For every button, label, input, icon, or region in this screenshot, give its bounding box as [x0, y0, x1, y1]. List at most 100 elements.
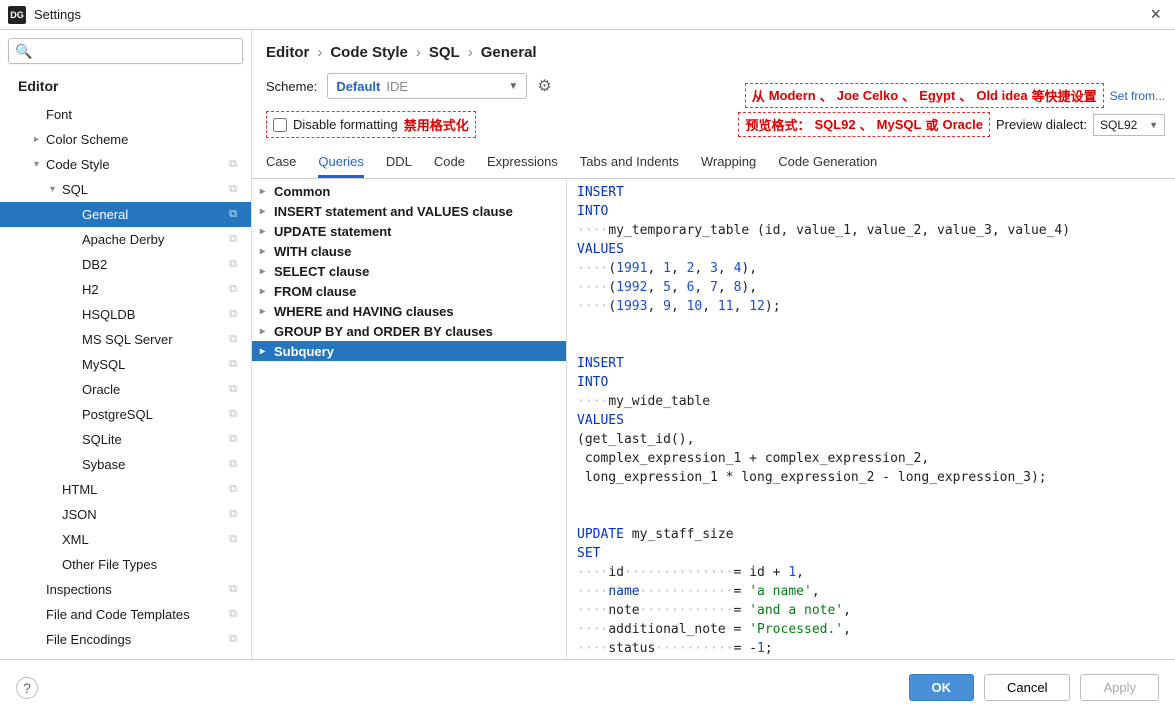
tree-item-json[interactable]: JSON⧉: [0, 502, 251, 527]
search-field[interactable]: [36, 44, 236, 59]
option-select-clause[interactable]: ▸SELECT clause: [252, 261, 566, 281]
breadcrumb: Editor›Code Style›SQL›General: [252, 44, 1175, 73]
option-label: INSERT statement and VALUES clause: [274, 204, 513, 219]
tree-item-apache-derby[interactable]: Apache Derby⧉: [0, 227, 251, 252]
tree-item-label: JSON: [62, 507, 97, 522]
tree-item-font[interactable]: Font: [0, 102, 251, 127]
option-common[interactable]: ▸Common: [252, 181, 566, 201]
copy-icon: ⧉: [229, 458, 243, 471]
tree-item-h2[interactable]: H2⧉: [0, 277, 251, 302]
tree-item-label: Code Style: [46, 157, 110, 172]
tree-item-sqlite[interactable]: SQLite⧉: [0, 427, 251, 452]
tree-item-sybase[interactable]: Sybase⧉: [0, 452, 251, 477]
copy-icon: ⧉: [229, 433, 243, 446]
option-label: SELECT clause: [274, 264, 369, 279]
chevron-down-icon: ▼: [508, 81, 518, 92]
copy-icon: ⧉: [229, 258, 243, 271]
tree-item-ms-sql-server[interactable]: MS SQL Server⧉: [0, 327, 251, 352]
disable-fmt-label: Disable formatting: [293, 117, 398, 132]
tree-item-xml[interactable]: XML⧉: [0, 527, 251, 552]
ok-button[interactable]: OK: [909, 674, 975, 701]
option-label: FROM clause: [274, 284, 356, 299]
search-icon: 🔍: [15, 43, 32, 60]
tree-item-label: SQL: [62, 182, 88, 197]
tab-queries[interactable]: Queries: [318, 148, 364, 178]
tree-item-sql[interactable]: ▾SQL⧉: [0, 177, 251, 202]
chevron-right-icon: ▸: [260, 246, 274, 257]
option-with-clause[interactable]: ▸WITH clause: [252, 241, 566, 261]
tree-item-inspections[interactable]: Inspections ⧉: [0, 577, 251, 602]
set-from-link[interactable]: Set from...: [1110, 89, 1165, 103]
tab-tabs-and-indents[interactable]: Tabs and Indents: [580, 148, 679, 178]
breadcrumb-item[interactable]: General: [481, 44, 537, 61]
tab-expressions[interactable]: Expressions: [487, 148, 558, 178]
option-insert-statement-and-values-clause[interactable]: ▸INSERT statement and VALUES clause: [252, 201, 566, 221]
tabs: Case Queries DDL Code Expressions Tabs and In…: [252, 148, 1175, 179]
chevron-right-icon: ▸: [260, 306, 274, 317]
copy-icon: ⧉: [229, 583, 243, 596]
tree-item-label: PostgreSQL: [82, 407, 153, 422]
disable-fmt-check[interactable]: [273, 118, 287, 132]
tab-case[interactable]: Case: [266, 148, 296, 178]
option-list: ▸Common▸INSERT statement and VALUES clau…: [252, 179, 566, 659]
tree-item-other-file-types[interactable]: Other File Types: [0, 552, 251, 577]
tab-wrapping[interactable]: Wrapping: [701, 148, 756, 178]
app-logo: DG: [8, 6, 26, 24]
disable-formatting-checkbox[interactable]: Disable formatting 禁用格式化: [266, 111, 476, 138]
tree-item-html[interactable]: HTML⧉: [0, 477, 251, 502]
tree-item-label: General: [82, 207, 128, 222]
tree-item-mysql[interactable]: MySQL⧉: [0, 352, 251, 377]
breadcrumb-item[interactable]: SQL: [429, 44, 460, 61]
copy-icon: ⧉: [229, 408, 243, 421]
option-from-clause[interactable]: ▸FROM clause: [252, 281, 566, 301]
tree-item-color-scheme[interactable]: ▸Color Scheme: [0, 127, 251, 152]
tree-arrow-icon: ▸: [34, 134, 46, 145]
tree-item-postgresql[interactable]: PostgreSQL ⧉: [0, 402, 251, 427]
copy-icon: ⧉: [229, 333, 243, 346]
tree-item-hsqldb[interactable]: HSQLDB⧉: [0, 302, 251, 327]
copy-icon: ⧉: [229, 283, 243, 296]
chevron-right-icon: ▸: [260, 286, 274, 297]
tree-arrow-icon: ▾: [34, 159, 46, 170]
tree-item-db2[interactable]: DB2⧉: [0, 252, 251, 277]
tab-ddl[interactable]: DDL: [386, 148, 412, 178]
preview-dialect-select[interactable]: SQL92 ▼: [1093, 114, 1165, 136]
copy-icon: ⧉: [229, 158, 243, 171]
tab-code-generation[interactable]: Code Generation: [778, 148, 877, 178]
tree-item-label: Oracle: [82, 382, 120, 397]
breadcrumb-item[interactable]: Code Style: [330, 44, 408, 61]
tab-code[interactable]: Code: [434, 148, 465, 178]
breadcrumb-item[interactable]: Editor: [266, 44, 309, 61]
close-icon[interactable]: ×: [1144, 4, 1167, 25]
chevron-right-icon: ▸: [260, 346, 274, 357]
search-input[interactable]: 🔍: [8, 38, 243, 64]
option-subquery[interactable]: ▸Subquery: [252, 341, 566, 361]
scheme-select[interactable]: Default IDE ▼: [327, 73, 527, 99]
tree-item-label: Font: [46, 107, 72, 122]
tree-item-general[interactable]: General⧉: [0, 202, 251, 227]
cancel-button[interactable]: Cancel: [984, 674, 1070, 701]
tree-item-code-style[interactable]: ▾Code Style ⧉: [0, 152, 251, 177]
tree-item-label: XML: [62, 532, 89, 547]
chevron-right-icon: ▸: [260, 226, 274, 237]
apply-button[interactable]: Apply: [1080, 674, 1159, 701]
tree-item-label: HSQLDB: [82, 307, 135, 322]
tree-item-file-encodings[interactable]: File Encodings⧉: [0, 627, 251, 652]
tree-item-oracle[interactable]: Oracle⧉: [0, 377, 251, 402]
gear-icon[interactable]: ⚙: [537, 76, 551, 96]
window-title: Settings: [34, 7, 81, 22]
tree-section-title: Editor: [0, 72, 251, 102]
tree-item-file-and-code-templates[interactable]: File and Code Templates⧉: [0, 602, 251, 627]
scheme-tag: IDE: [386, 79, 408, 94]
tree-item-label: File Encodings: [46, 632, 131, 647]
content-panel: Editor›Code Style›SQL›General Scheme: De…: [252, 30, 1175, 659]
annotation-preview: 预览格式： SQL92、 MySQL 或 Oracle: [738, 112, 990, 137]
tree-item-label: Inspections: [46, 582, 112, 597]
option-update-statement[interactable]: ▸UPDATE statement: [252, 221, 566, 241]
chevron-right-icon: ▸: [260, 186, 274, 197]
option-group-by-and-order-by-clauses[interactable]: ▸GROUP BY and ORDER BY clauses: [252, 321, 566, 341]
option-where-and-having-clauses[interactable]: ▸WHERE and HAVING clauses: [252, 301, 566, 321]
copy-icon: ⧉: [229, 483, 243, 496]
help-button[interactable]: ?: [16, 677, 38, 699]
option-label: Common: [274, 184, 330, 199]
